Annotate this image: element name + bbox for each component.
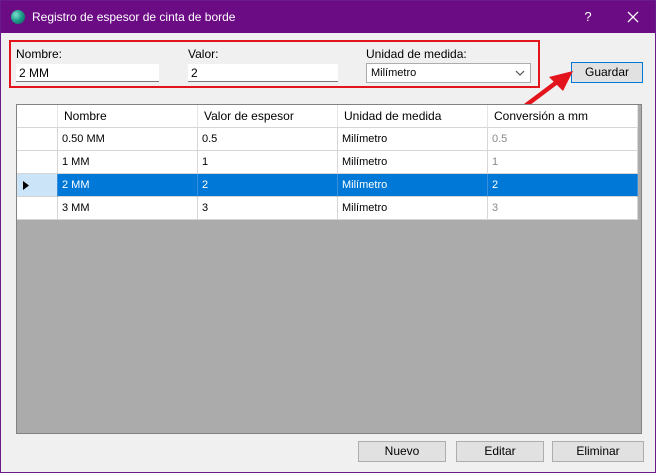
cell-nombre[interactable]: 2 MM [58, 174, 198, 197]
table-row[interactable]: 3 MM 3 Milímetro 3 [17, 197, 638, 220]
column-header-conversion[interactable]: Conversión a mm [488, 105, 638, 128]
cell-valor[interactable]: 2 [198, 174, 338, 197]
table-row[interactable]: 1 MM 1 Milímetro 1 [17, 151, 638, 174]
grid-header-row: Nombre Valor de espesor Unidad de medida… [17, 105, 638, 128]
cell-unidad[interactable]: Milímetro [338, 174, 488, 197]
nombre-input[interactable]: 2 MM [16, 64, 159, 82]
cell-conversion[interactable]: 3 [488, 197, 638, 220]
row-header[interactable] [17, 128, 58, 151]
row-header[interactable] [17, 174, 58, 197]
cell-nombre[interactable]: 1 MM [58, 151, 198, 174]
cell-unidad[interactable]: Milímetro [338, 197, 488, 220]
column-header-valor[interactable]: Valor de espesor [198, 105, 338, 128]
close-icon [627, 11, 639, 23]
title-bar[interactable]: Registro de espesor de cinta de borde ? [1, 1, 655, 33]
eliminar-button[interactable]: Eliminar [552, 441, 644, 462]
close-button[interactable] [613, 1, 653, 33]
table-row[interactable]: 0.50 MM 0.5 Milímetro 0.5 [17, 128, 638, 151]
cell-valor[interactable]: 1 [198, 151, 338, 174]
cell-conversion[interactable]: 0.5 [488, 128, 638, 151]
app-globe-icon [11, 10, 25, 24]
row-header-corner [17, 105, 58, 128]
row-header[interactable] [17, 151, 58, 174]
data-grid[interactable]: Nombre Valor de espesor Unidad de medida… [16, 104, 642, 434]
editar-button[interactable]: Editar [456, 441, 544, 462]
cell-valor[interactable]: 3 [198, 197, 338, 220]
help-button[interactable]: ? [574, 1, 602, 33]
cell-nombre[interactable]: 3 MM [58, 197, 198, 220]
cell-valor[interactable]: 0.5 [198, 128, 338, 151]
cell-unidad[interactable]: Milímetro [338, 128, 488, 151]
unidad-label: Unidad de medida: [366, 47, 467, 61]
valor-label: Valor: [188, 47, 219, 61]
cell-nombre[interactable]: 0.50 MM [58, 128, 198, 151]
nuevo-button[interactable]: Nuevo [358, 441, 446, 462]
table-row-selected[interactable]: 2 MM 2 Milímetro 2 [17, 174, 638, 197]
cell-conversion[interactable]: 1 [488, 151, 638, 174]
cell-unidad[interactable]: Milímetro [338, 151, 488, 174]
cell-conversion[interactable]: 2 [488, 174, 638, 197]
unidad-select-value: Milímetro [371, 67, 417, 79]
guardar-button[interactable]: Guardar [571, 62, 643, 83]
dialog-window: Registro de espesor de cinta de borde ? … [0, 0, 656, 473]
column-header-unidad[interactable]: Unidad de medida [338, 105, 488, 128]
column-header-nombre[interactable]: Nombre [58, 105, 198, 128]
row-header[interactable] [17, 197, 58, 220]
valor-input[interactable]: 2 [188, 64, 338, 82]
current-row-pointer-icon [23, 181, 29, 190]
nombre-label: Nombre: [16, 47, 63, 61]
window-title: Registro de espesor de cinta de borde [32, 10, 236, 24]
